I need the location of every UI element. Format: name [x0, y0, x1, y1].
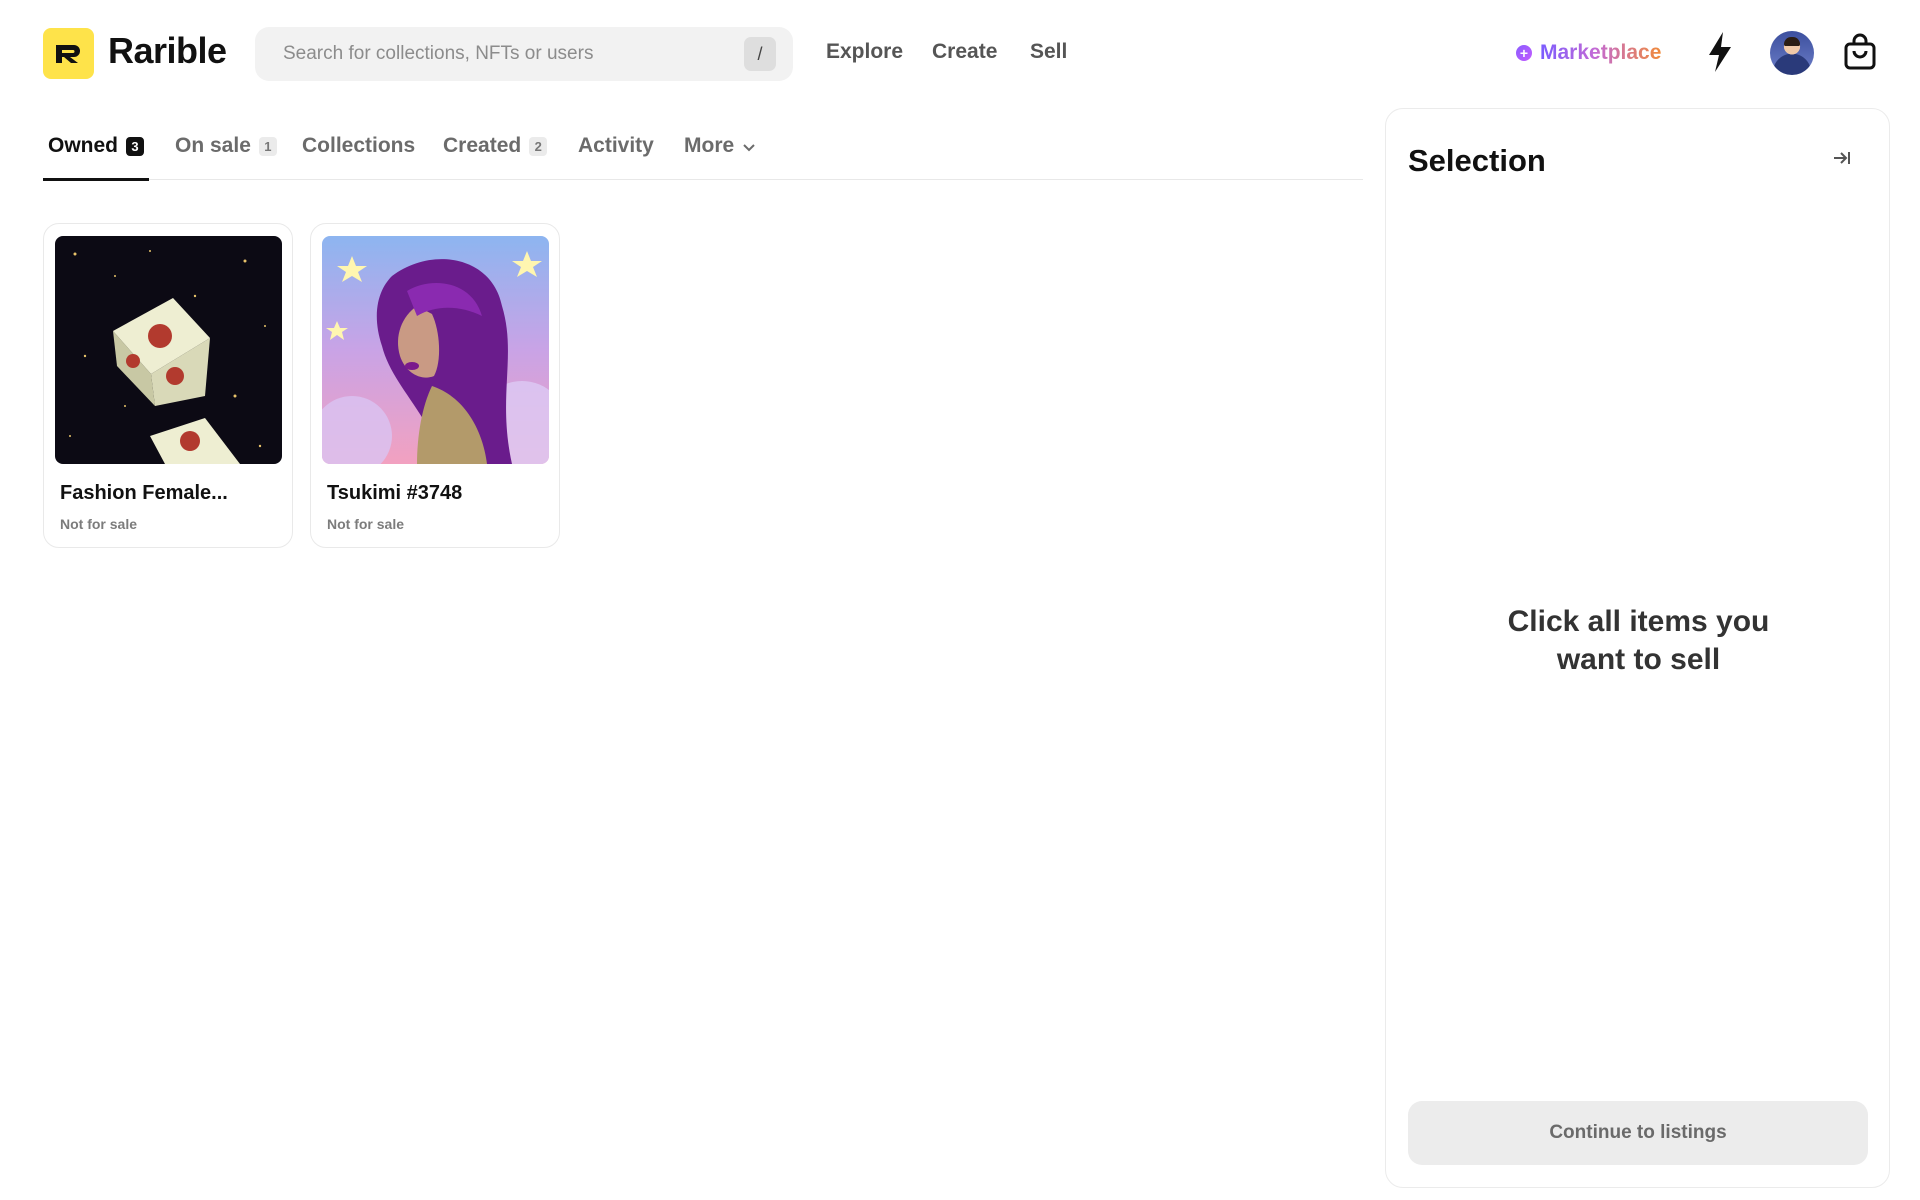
tab-collections-label: Collections: [302, 134, 416, 157]
chevron-down-icon: [743, 144, 755, 152]
tab-activity-label: Activity: [578, 134, 654, 157]
tab-more[interactable]: More: [684, 134, 756, 180]
selection-title: Selection: [1408, 143, 1546, 178]
selection-hint: Click all items you want to sell: [1386, 603, 1891, 679]
user-avatar[interactable]: [1770, 31, 1814, 75]
tab-on-sale[interactable]: On sale 1: [175, 134, 277, 180]
nft-card[interactable]: Fashion Female... Not for sale: [43, 223, 293, 548]
top-header: Rarible / Explore Create Sell + Marketpl…: [0, 0, 1920, 108]
rarible-logo-icon[interactable]: [43, 28, 94, 79]
nav-sell[interactable]: Sell: [1030, 40, 1067, 64]
tab-created[interactable]: Created 2: [443, 134, 548, 180]
nav-create[interactable]: Create: [932, 40, 997, 64]
nft-status: Not for sale: [327, 516, 405, 532]
nft-card[interactable]: Tsukimi #3748 Not for sale: [310, 223, 560, 548]
tab-collections[interactable]: Collections: [302, 134, 415, 180]
continue-to-listings-button[interactable]: Continue to listings: [1408, 1101, 1868, 1165]
search-input[interactable]: [273, 27, 733, 81]
nft-title: Tsukimi #3748: [327, 482, 463, 504]
tab-created-label: Created: [443, 134, 522, 157]
nav-explore[interactable]: Explore: [826, 40, 903, 64]
search-shortcut-key: /: [744, 37, 776, 71]
nft-image: [55, 236, 282, 464]
on-sale-count-badge: 1: [258, 137, 277, 156]
selection-hint-text: Click all items you want to sell: [1507, 605, 1770, 676]
profile-tabs: Owned 3 On sale 1 Collections Created 2 …: [42, 128, 1363, 181]
selection-panel: Selection Click all items you want to se…: [1385, 108, 1890, 1188]
lightning-icon[interactable]: [1703, 30, 1737, 74]
nft-status: Not for sale: [60, 516, 138, 532]
nft-title: Fashion Female...: [60, 482, 228, 504]
app-name[interactable]: Rarible: [108, 30, 227, 72]
created-count-badge: 2: [529, 137, 548, 156]
collapse-panel-icon[interactable]: [1831, 147, 1853, 169]
marketplace-label: Marketplace: [1540, 41, 1662, 64]
tab-owned-label: Owned: [48, 134, 119, 157]
owned-count-badge: 3: [126, 137, 145, 156]
tab-more-label: More: [684, 134, 735, 157]
shopping-bag-icon[interactable]: [1843, 33, 1877, 71]
nft-image: [322, 236, 549, 464]
tab-owned[interactable]: Owned 3: [42, 134, 150, 181]
search-bar[interactable]: /: [255, 27, 793, 81]
marketplace-link[interactable]: + Marketplace: [1516, 40, 1661, 66]
tab-on-sale-label: On sale: [175, 134, 251, 157]
marketplace-icon: +: [1516, 45, 1532, 61]
tab-activity[interactable]: Activity: [578, 134, 654, 180]
